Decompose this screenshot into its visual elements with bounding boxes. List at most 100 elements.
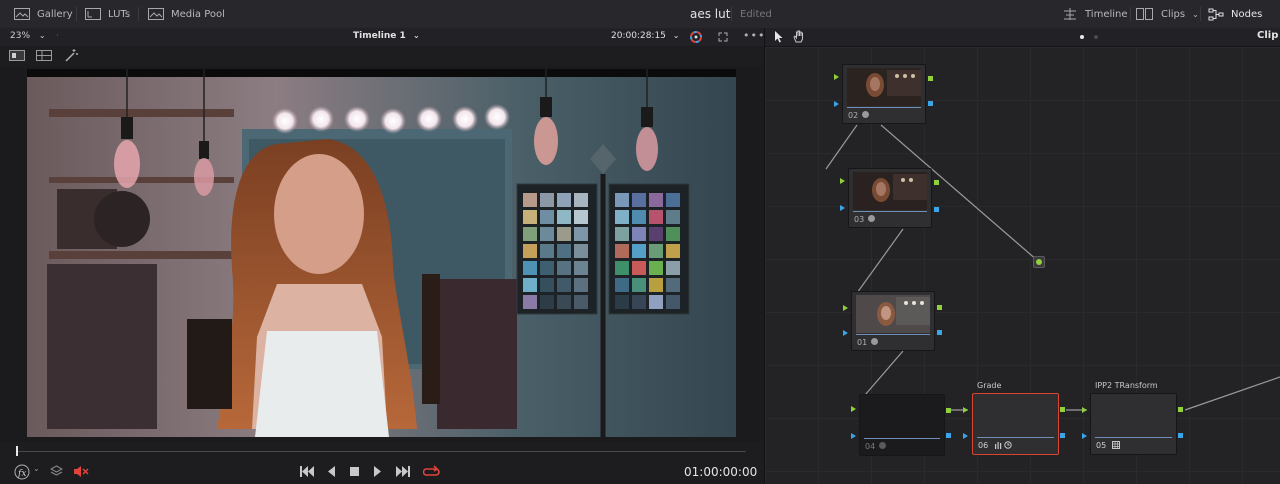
rgb-input-icon[interactable] bbox=[1082, 407, 1087, 413]
rgb-output-icon[interactable] bbox=[934, 180, 939, 185]
split-view-icon[interactable] bbox=[36, 50, 52, 61]
color-patch bbox=[574, 244, 588, 258]
node-status-bar bbox=[856, 334, 930, 335]
alpha-output-icon[interactable] bbox=[928, 101, 933, 106]
loop-icon[interactable] bbox=[423, 465, 440, 478]
play-icon[interactable] bbox=[373, 466, 382, 477]
single-view-icon[interactable] bbox=[9, 50, 25, 61]
alpha-output-icon[interactable] bbox=[937, 330, 942, 335]
page-indicator[interactable] bbox=[1094, 35, 1098, 39]
source-timecode: 20:00:28:15 bbox=[611, 31, 666, 41]
color-patch bbox=[523, 227, 537, 241]
rgb-output-icon[interactable] bbox=[1178, 407, 1183, 412]
alpha-input-icon[interactable] bbox=[963, 433, 968, 439]
zoom-selector[interactable]: 23% ⌄ bbox=[10, 31, 46, 41]
viewer-area bbox=[0, 66, 764, 442]
scrubber-track[interactable] bbox=[16, 451, 746, 452]
color-patch bbox=[574, 295, 588, 309]
node-mode-label[interactable]: Clip bbox=[1257, 30, 1278, 41]
node-06-grade[interactable]: 06 bbox=[972, 393, 1059, 455]
timecode-display[interactable]: 20:00:28:15 ⌄ bbox=[611, 31, 679, 41]
nodes-tab[interactable]: Nodes bbox=[1208, 0, 1262, 28]
color-patch bbox=[574, 261, 588, 275]
gallery-tab[interactable]: Gallery bbox=[14, 0, 73, 28]
node-number: 03 bbox=[854, 215, 865, 224]
alpha-output-icon[interactable] bbox=[934, 207, 939, 212]
alpha-input-icon[interactable] bbox=[1082, 433, 1087, 439]
color-patch bbox=[574, 193, 588, 207]
separator bbox=[76, 7, 77, 21]
color-patch bbox=[557, 210, 571, 224]
curves-icon bbox=[995, 441, 1012, 449]
fullscreen-icon[interactable] bbox=[718, 32, 728, 42]
skip-to-start-icon[interactable] bbox=[300, 466, 315, 477]
color-patch bbox=[557, 278, 571, 292]
alpha-input-icon[interactable] bbox=[840, 205, 845, 211]
color-patch bbox=[615, 244, 629, 258]
color-patch bbox=[574, 227, 588, 241]
node-01[interactable]: 01 bbox=[851, 291, 935, 351]
rgb-output-icon[interactable] bbox=[928, 76, 933, 81]
color-wheel-icon[interactable] bbox=[689, 30, 703, 44]
alpha-output-icon[interactable] bbox=[1060, 433, 1065, 438]
alpha-input-icon[interactable] bbox=[843, 330, 848, 336]
timeline-selector[interactable]: Timeline 1 ⌄ bbox=[353, 31, 420, 41]
clips-tab[interactable]: Clips ⌄ bbox=[1136, 0, 1199, 28]
rgb-input-icon[interactable] bbox=[851, 406, 856, 412]
node-status-bar bbox=[1095, 437, 1172, 438]
color-patch bbox=[557, 295, 571, 309]
more-options-icon[interactable]: ••• bbox=[743, 29, 765, 42]
rgb-input-icon[interactable] bbox=[843, 305, 848, 311]
separator bbox=[731, 7, 732, 21]
fx-icon[interactable]: fx bbox=[14, 464, 30, 480]
alpha-output-icon[interactable] bbox=[1178, 433, 1183, 438]
chevron-down-icon[interactable]: ⌄ bbox=[33, 464, 40, 473]
pointer-icon[interactable] bbox=[774, 30, 784, 43]
rgb-input-icon[interactable] bbox=[834, 74, 839, 80]
node-label: Grade bbox=[977, 381, 1002, 390]
node-04[interactable]: 04 bbox=[859, 394, 945, 456]
color-patch bbox=[666, 227, 680, 241]
magic-wand-icon[interactable] bbox=[64, 49, 78, 62]
rgb-output-icon[interactable] bbox=[937, 305, 942, 310]
stop-icon[interactable] bbox=[350, 467, 359, 476]
color-patch bbox=[523, 261, 537, 275]
color-patch bbox=[632, 261, 646, 275]
color-patch bbox=[649, 278, 663, 292]
playhead[interactable] bbox=[16, 446, 18, 456]
node-03[interactable]: 03 bbox=[848, 168, 932, 228]
layers-icon[interactable] bbox=[50, 465, 63, 478]
luts-tab[interactable]: LUTs bbox=[85, 0, 130, 28]
page-indicator-active[interactable] bbox=[1080, 35, 1084, 39]
node-graph[interactable]: 02 03 01 04 Grade 06 IPP2 TRansform 05 bbox=[765, 47, 1280, 484]
node-label: IPP2 TRansform bbox=[1095, 381, 1158, 390]
node-number: 06 bbox=[978, 441, 989, 450]
rgb-output-icon[interactable] bbox=[946, 408, 951, 413]
rgb-input-icon[interactable] bbox=[963, 407, 968, 413]
grid-icon bbox=[1112, 441, 1120, 449]
node-number: 02 bbox=[848, 111, 859, 120]
color-patch bbox=[540, 244, 554, 258]
color-patch bbox=[649, 295, 663, 309]
junction-node[interactable] bbox=[1033, 256, 1045, 268]
node-02[interactable]: 02 bbox=[842, 64, 926, 124]
play-reverse-icon[interactable] bbox=[327, 466, 336, 477]
media-pool-tab[interactable]: Media Pool bbox=[148, 0, 225, 28]
color-patch bbox=[615, 227, 629, 241]
alpha-output-icon[interactable] bbox=[946, 433, 951, 438]
svg-text:fx: fx bbox=[17, 469, 26, 479]
video-frame[interactable] bbox=[27, 69, 736, 437]
gallery-label: Gallery bbox=[37, 8, 73, 20]
mute-icon[interactable] bbox=[73, 465, 89, 478]
skip-to-end-icon[interactable] bbox=[395, 466, 410, 477]
alpha-input-icon[interactable] bbox=[851, 433, 856, 439]
node-status-bar bbox=[847, 107, 921, 108]
timeline-tab[interactable]: Timeline bbox=[1062, 0, 1128, 28]
rgb-output-icon[interactable] bbox=[1060, 407, 1065, 412]
rgb-input-icon[interactable] bbox=[840, 178, 845, 184]
color-patch bbox=[557, 193, 571, 207]
color-patch bbox=[540, 193, 554, 207]
alpha-input-icon[interactable] bbox=[834, 101, 839, 107]
hand-icon[interactable] bbox=[793, 30, 805, 43]
node-05-ipp2-transform[interactable]: 05 bbox=[1090, 393, 1177, 455]
